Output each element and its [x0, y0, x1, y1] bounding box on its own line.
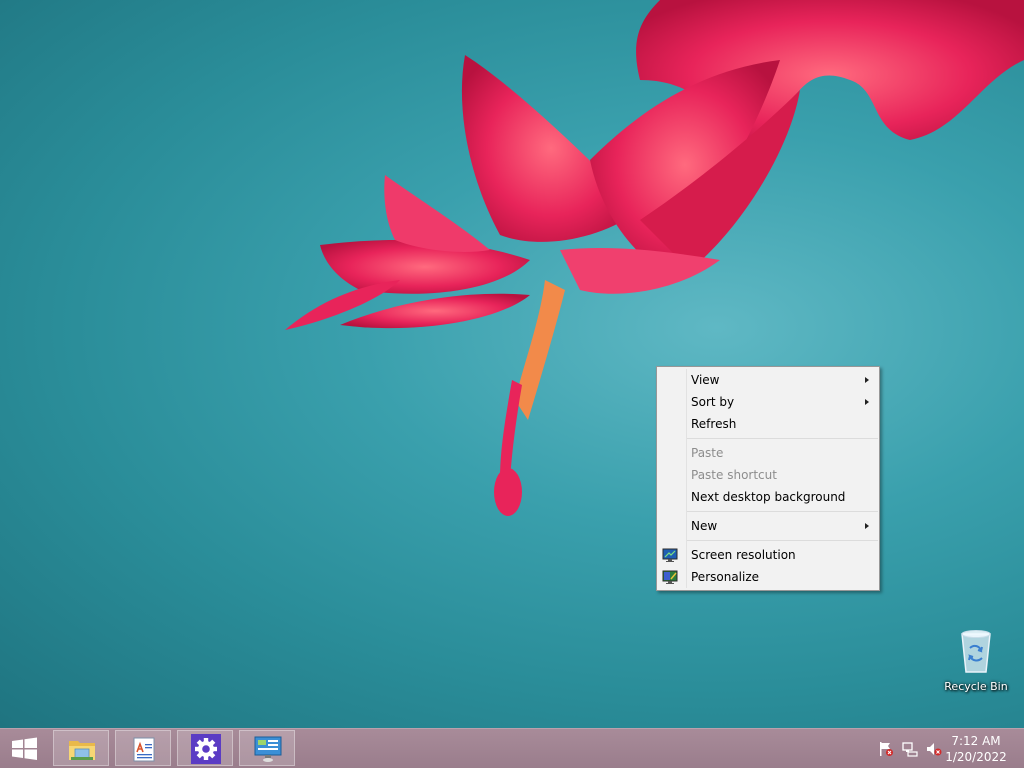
taskbar-wordpad-button[interactable]: [115, 730, 171, 766]
wallpaper-flower-image: [285, 0, 1024, 516]
menu-item-sort-by[interactable]: Sort by: [657, 391, 879, 413]
recycle-bin-desktop-icon[interactable]: Recycle Bin: [938, 628, 1014, 702]
volume-muted-icon[interactable]: [926, 741, 942, 757]
clock-date: 1/20/2022: [945, 750, 1007, 764]
menu-item-personalize[interactable]: Personalize: [657, 566, 879, 588]
menu-separator: [687, 540, 878, 541]
menu-item-next-desktop-background[interactable]: Next desktop background: [657, 486, 879, 508]
menu-item-view[interactable]: View: [657, 369, 879, 391]
folder-icon: [69, 741, 95, 760]
start-button[interactable]: [0, 729, 48, 768]
personalize-icon: [662, 570, 678, 584]
taskbar: 7:12 AM 1/20/2022: [0, 728, 1024, 768]
menu-separator: [687, 438, 878, 439]
taskbar-control-panel-button[interactable]: [239, 730, 295, 766]
system-tray: 7:12 AM 1/20/2022: [864, 729, 1024, 768]
clock-time: 7:12 AM: [951, 734, 1001, 748]
monitor-icon: [662, 548, 678, 562]
windows-logo-icon: [12, 737, 37, 760]
document-icon: [133, 737, 155, 762]
submenu-arrow-icon: [865, 377, 869, 383]
menu-separator: [687, 511, 878, 512]
menu-item-label: Sort by: [691, 395, 735, 409]
desktop[interactable]: Recycle Bin View Sort by Refresh Paste P…: [0, 0, 1024, 728]
menu-item-label: Next desktop background: [691, 490, 846, 504]
menu-item-label: Screen resolution: [691, 548, 796, 562]
taskbar-clock[interactable]: 7:12 AM 1/20/2022: [944, 733, 1008, 765]
gear-icon: [191, 734, 221, 764]
network-icon[interactable]: [902, 741, 918, 757]
submenu-arrow-icon: [865, 523, 869, 529]
taskbar-file-explorer-button[interactable]: [53, 730, 109, 766]
taskbar-settings-button[interactable]: [177, 730, 233, 766]
menu-item-label: Paste shortcut: [691, 468, 777, 482]
menu-item-screen-resolution[interactable]: Screen resolution: [657, 544, 879, 566]
menu-item-paste-shortcut: Paste shortcut: [657, 464, 879, 486]
recycle-bin-icon: [961, 630, 991, 673]
action-center-flag-icon[interactable]: [878, 741, 894, 757]
menu-item-paste: Paste: [657, 442, 879, 464]
desktop-context-menu: View Sort by Refresh Paste Paste shortcu…: [656, 366, 880, 591]
menu-item-refresh[interactable]: Refresh: [657, 413, 879, 435]
control-panel-icon: [254, 736, 282, 762]
menu-item-label: New: [691, 519, 718, 533]
menu-item-new[interactable]: New: [657, 515, 879, 537]
menu-item-label: View: [691, 373, 720, 387]
menu-item-label: Personalize: [691, 570, 760, 584]
menu-item-label: Paste: [691, 446, 724, 460]
recycle-bin-label: Recycle Bin: [944, 680, 1008, 693]
submenu-arrow-icon: [865, 399, 869, 405]
menu-item-label: Refresh: [691, 417, 737, 431]
